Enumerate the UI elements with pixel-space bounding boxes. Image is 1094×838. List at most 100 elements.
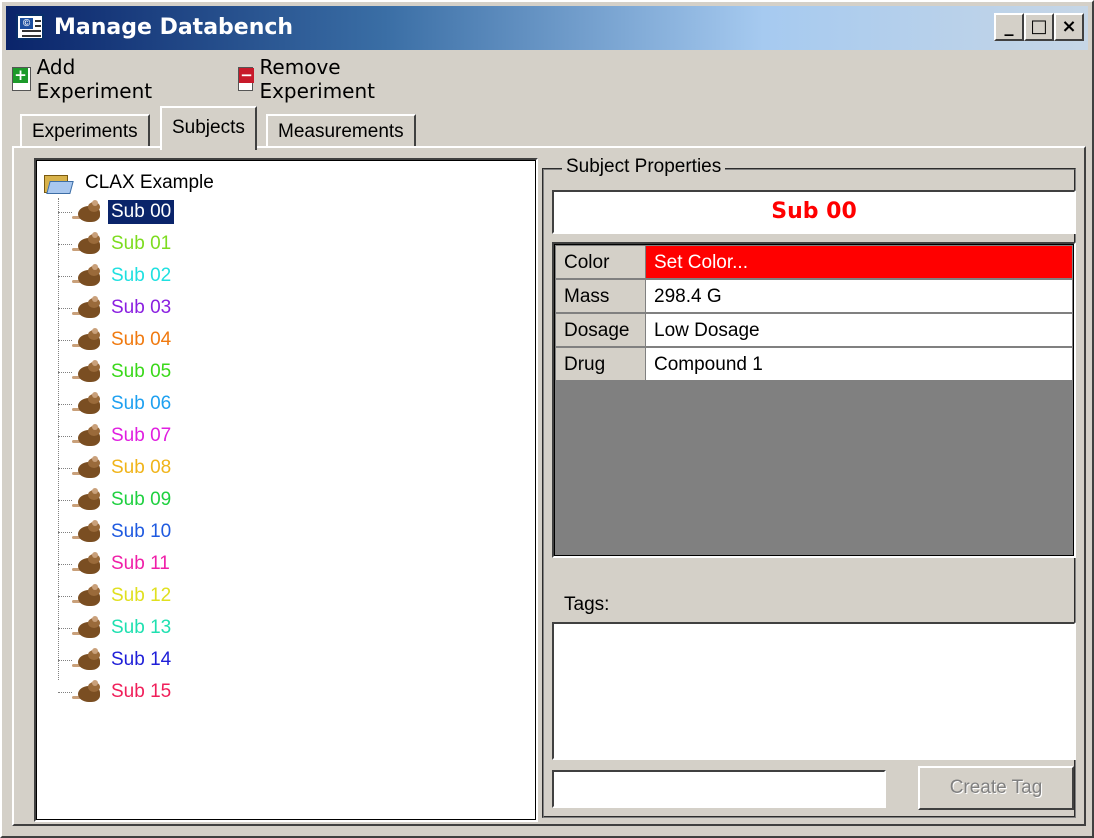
property-value[interactable]: Compound 1: [646, 348, 1072, 381]
subject-item[interactable]: Sub 07: [58, 422, 174, 450]
rat-icon: [72, 424, 102, 448]
property-value[interactable]: Set Color...: [646, 246, 1072, 279]
subject-item[interactable]: Sub 11: [58, 550, 173, 578]
subject-item[interactable]: Sub 13: [58, 614, 174, 642]
rat-icon: [72, 552, 102, 576]
property-value[interactable]: Low Dosage: [646, 314, 1072, 347]
tab-experiments[interactable]: Experiments: [20, 114, 150, 148]
tree-connector: [58, 531, 72, 533]
subject-item[interactable]: Sub 04: [58, 326, 174, 354]
tree-connector: [58, 499, 72, 501]
subject-item-label: Sub 03: [111, 297, 172, 318]
tab-measurements[interactable]: Measurements: [266, 114, 416, 148]
tree-connector: [58, 563, 72, 565]
subject-item-label: Sub 15: [111, 681, 172, 702]
rat-icon: [72, 520, 102, 544]
subject-item[interactable]: Sub 06: [58, 390, 174, 418]
tree-connector: [58, 275, 72, 277]
rat-icon: [72, 200, 102, 224]
rat-icon: [72, 392, 102, 416]
subject-item-label: Sub 13: [111, 617, 172, 638]
tree-connector: [58, 435, 72, 437]
subject-item-label: Sub 10: [111, 521, 172, 542]
subject-item-label: Sub 06: [111, 393, 172, 414]
subject-item-label: Sub 14: [111, 649, 172, 670]
maximize-button[interactable]: □: [1024, 13, 1054, 41]
remove-experiment-label: Remove Experiment: [259, 55, 375, 103]
property-key: Mass: [556, 280, 646, 313]
tags-list[interactable]: [552, 622, 1076, 760]
tree-root[interactable]: CLAX Example: [44, 170, 217, 196]
property-row[interactable]: Mass 298.4 G: [556, 280, 1072, 313]
tree-connector: [58, 467, 72, 469]
title-bar[interactable]: © Manage Databench _ □ ×: [6, 6, 1088, 50]
minimize-button[interactable]: _: [994, 13, 1024, 41]
add-experiment-button[interactable]: + Add Experiment: [12, 55, 158, 103]
property-grid: Color Set Color... Mass 298.4 G Dosage Low Do…: [552, 242, 1076, 558]
property-value[interactable]: 298.4 G: [646, 280, 1072, 313]
property-key: Drug: [556, 348, 646, 381]
subject-item[interactable]: Sub 12: [58, 582, 174, 610]
property-row[interactable]: Color Set Color...: [556, 246, 1072, 279]
subject-item[interactable]: Sub 15: [58, 678, 174, 706]
rat-icon: [72, 488, 102, 512]
subject-name-display: Sub 00: [552, 190, 1076, 234]
close-button[interactable]: ×: [1054, 13, 1084, 41]
property-key: Dosage: [556, 314, 646, 347]
add-experiment-label: Add Experiment: [36, 55, 153, 103]
rat-icon: [72, 648, 102, 672]
subject-item-label: Sub 12: [111, 585, 172, 606]
subject-item[interactable]: Sub 02: [58, 262, 174, 290]
subject-item-label: Sub 01: [111, 233, 172, 254]
rat-icon: [72, 296, 102, 320]
rat-icon: [72, 456, 102, 480]
subject-tree[interactable]: CLAX Example Sub 00 Sub 01 Sub 02 Sub 03 Sub…: [34, 158, 538, 822]
subject-item[interactable]: Sub 10: [58, 518, 174, 546]
remove-experiment-icon: −: [238, 67, 254, 91]
property-row[interactable]: Dosage Low Dosage: [556, 314, 1072, 347]
subject-item[interactable]: Sub 05: [58, 358, 174, 386]
subject-item-label: Sub 00: [106, 199, 176, 225]
tag-name-input[interactable]: [552, 770, 886, 808]
manage-databench-window: © Manage Databench _ □ × + Add Experimen…: [0, 0, 1094, 838]
create-tag-button[interactable]: Create Tag: [918, 766, 1074, 810]
subject-item[interactable]: Sub 03: [58, 294, 174, 322]
tree-connector: [58, 211, 72, 213]
rat-icon: [72, 616, 102, 640]
tree-connector: [58, 371, 72, 373]
property-key: Color: [556, 246, 646, 279]
rat-icon: [72, 680, 102, 704]
tree-connector: [58, 339, 72, 341]
tree-connector: [58, 659, 72, 661]
subject-item[interactable]: Sub 14: [58, 646, 174, 674]
subject-item[interactable]: Sub 09: [58, 486, 174, 514]
subject-item-label: Sub 05: [111, 361, 172, 382]
subject-item[interactable]: Sub 01: [58, 230, 174, 258]
subject-item[interactable]: Sub 00: [58, 198, 176, 226]
tab-subjects[interactable]: Subjects: [160, 106, 257, 150]
subject-item-label: Sub 09: [111, 489, 172, 510]
subject-item[interactable]: Sub 08: [58, 454, 174, 482]
subjects-tab-page: CLAX Example Sub 00 Sub 01 Sub 02 Sub 03 Sub…: [12, 146, 1086, 826]
tree-connector: [58, 627, 72, 629]
subject-item-label: Sub 02: [111, 265, 172, 286]
tree-connector: [58, 595, 72, 597]
tree-root-label: CLAX Example: [85, 172, 214, 193]
subject-item-label: Sub 07: [111, 425, 172, 446]
app-icon: ©: [16, 14, 44, 40]
rat-icon: [72, 232, 102, 256]
tree-connector: [58, 691, 72, 693]
tree-connector: [58, 403, 72, 405]
rat-icon: [72, 360, 102, 384]
rat-icon: [72, 584, 102, 608]
tags-label: Tags:: [564, 594, 610, 615]
window-title: Manage Databench: [54, 15, 294, 40]
tree-connector: [58, 307, 72, 309]
rat-icon: [72, 328, 102, 352]
property-row[interactable]: Drug Compound 1: [556, 348, 1072, 381]
tree-connector: [58, 243, 72, 245]
folder-open-icon: [44, 172, 74, 194]
subject-item-label: Sub 11: [111, 553, 170, 574]
remove-experiment-button[interactable]: − Remove Experiment: [238, 55, 384, 103]
subject-item-label: Sub 08: [111, 457, 172, 478]
